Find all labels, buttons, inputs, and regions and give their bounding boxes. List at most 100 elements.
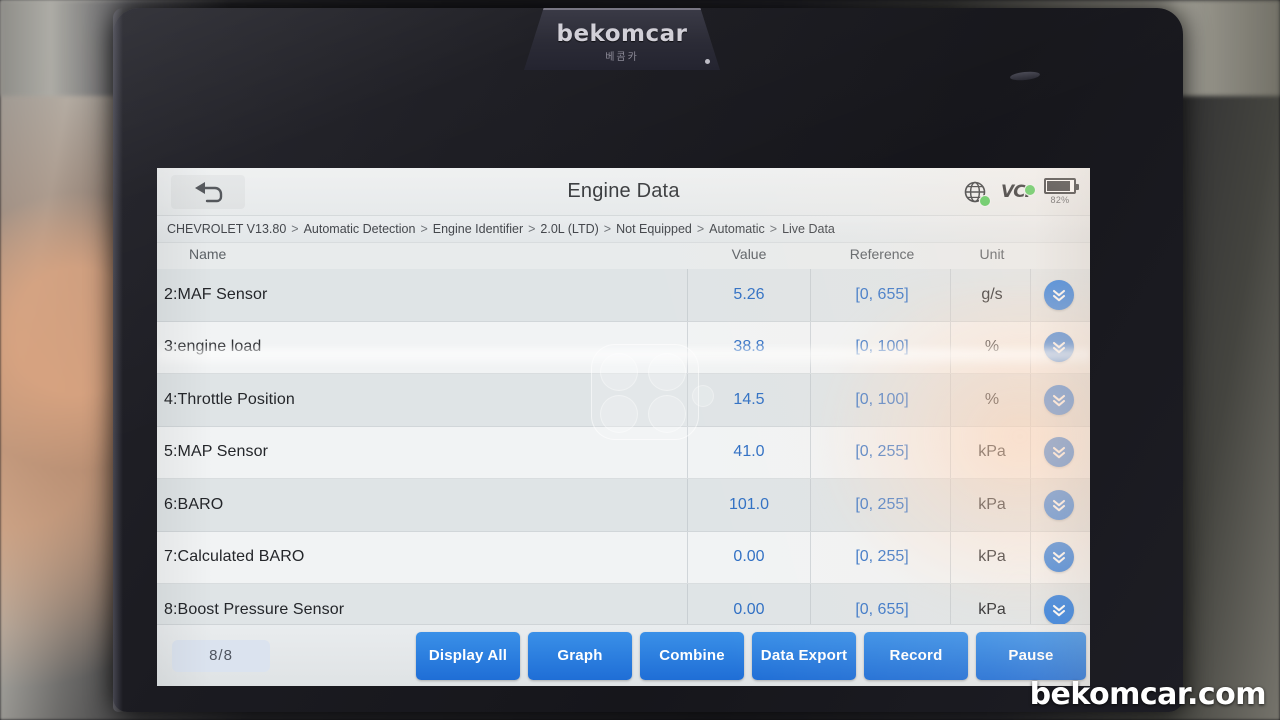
chevron-double-down-icon [1052,499,1066,511]
row-reference: [0, 255] [855,548,909,566]
column-divider-3 [1030,374,1031,426]
combine-button[interactable]: Combine [640,631,744,680]
breadcrumb-sep-5: > [769,222,778,236]
battery-fill [1047,181,1070,191]
column-divider-1 [810,269,811,321]
column-divider-1 [810,374,811,426]
chevron-double-down-icon [1052,447,1066,459]
row-reference: [0, 255] [855,443,909,461]
row-unit: kPa [978,548,1006,566]
row-expand-button[interactable] [1044,594,1074,625]
chevron-double-down-icon [1052,552,1066,564]
battery-percent-label: 82% [1050,195,1070,205]
vci-ok-badge [1024,183,1036,196]
row-name: 4:Throttle Position [164,390,295,408]
breadcrumb-item-1[interactable]: Automatic Detection [304,222,416,236]
site-watermark: bekomcar.com [1029,677,1267,712]
data-export-button[interactable]: Data Export [752,631,856,680]
network-ok-badge [979,194,992,207]
column-divider-0 [687,374,688,426]
column-divider-2 [950,269,951,321]
record-button[interactable]: Record [864,631,968,680]
network-status[interactable] [963,180,992,207]
row-reference: [0, 655] [855,285,909,303]
column-divider-1 [810,321,811,373]
table-row[interactable]: 6:BARO 101.0 [0, 255] kPa [157,479,1090,532]
row-unit: kPa [978,443,1006,461]
row-name: 7:Calculated BARO [164,548,305,566]
tablet-edge-highlight [113,8,123,712]
breadcrumb-item-0[interactable]: CHEVROLET V13.80 [167,222,286,236]
column-header-name: Name [189,246,227,262]
graph-button[interactable]: Graph [528,631,632,680]
row-name: 3:engine load [164,338,262,356]
breadcrumb-sep-4: > [696,222,705,236]
table-row[interactable]: 4:Throttle Position 14.5 [0, 100]% [157,374,1090,427]
row-value: 101.0 [728,495,770,513]
column-divider-2 [950,321,951,373]
row-expand-button[interactable] [1044,542,1074,573]
column-divider-2 [950,531,951,583]
row-expand-button[interactable] [1044,384,1074,415]
app-title-bar: Engine Data VCI 82% [157,168,1090,216]
pause-button[interactable]: Pause [976,631,1086,680]
row-unit: % [984,338,1000,356]
row-reference: [0, 100] [855,338,909,356]
column-divider-1 [810,479,811,531]
breadcrumb-item-6[interactable]: Live Data [782,222,835,236]
row-expand-button[interactable] [1044,279,1074,310]
battery-icon [1044,178,1079,194]
page-indicator[interactable]: 8/8 [172,639,270,672]
page-title: Engine Data [567,180,680,202]
row-expand-button[interactable] [1044,489,1074,520]
table-row[interactable]: 3:engine load 38.8 [0, 100]% [157,321,1090,374]
table-row[interactable]: 5:MAP Sensor 41.0 [0, 255] kPa [157,426,1090,479]
chevron-double-down-icon [1052,394,1066,406]
device-brand-plate: bekomcar 베콤카 [524,8,720,70]
breadcrumb-item-4[interactable]: Not Equipped [616,222,692,236]
column-divider-2 [950,479,951,531]
row-value: 38.8 [733,338,765,356]
column-divider-0 [687,269,688,321]
row-value: 0.00 [733,600,765,618]
row-unit: g/s [981,285,1003,303]
column-divider-3 [1030,426,1031,478]
breadcrumb: CHEVROLET V13.80 > Automatic Detection >… [157,216,1090,243]
column-header-value: Value [731,246,767,262]
breadcrumb-item-2[interactable]: Engine Identifier [433,222,523,236]
status-icon-group: VCI 82% [963,178,1079,207]
tablet-screen: Engine Data VCI 82% CHEVROLET V13.80 > A… [157,168,1090,686]
breadcrumb-sep-2: > [528,222,536,236]
row-value: 14.5 [733,390,765,408]
device-brand-name: bekomcar [556,21,688,47]
row-value: 41.0 [733,443,765,461]
display-all-button[interactable]: Display All [416,631,520,680]
chevron-double-down-icon [1052,604,1066,616]
breadcrumb-item-3[interactable]: 2.0L (LTD) [540,222,598,236]
row-unit: % [984,390,1000,408]
column-divider-0 [687,531,688,583]
row-name: 6:BARO [164,495,224,513]
row-reference: [0, 655] [855,600,909,618]
row-expand-button[interactable] [1044,437,1074,468]
column-divider-3 [1030,531,1031,583]
column-divider-2 [950,426,951,478]
table-header-row: Name Value Reference Unit [157,243,1090,269]
row-expand-button[interactable] [1044,332,1074,363]
column-divider-0 [687,479,688,531]
breadcrumb-sep-1: > [420,222,428,236]
row-value: 0.00 [733,548,765,566]
row-reference: [0, 255] [855,495,909,513]
breadcrumb-item-5[interactable]: Automatic [709,222,765,236]
table-row[interactable]: 2:MAF Sensor 5.26 [0, 655] g/s [157,269,1090,322]
row-name: 2:MAF Sensor [164,285,268,303]
row-unit: kPa [978,600,1006,618]
column-divider-2 [950,374,951,426]
column-divider-0 [687,426,688,478]
column-divider-0 [687,321,688,373]
table-row[interactable]: 7:Calculated BARO 0.00 [0, 255] kPa [157,531,1090,584]
toolbar-button-group: Display All Graph Combine Data Export Re… [416,631,1086,680]
vci-status[interactable]: VCI [1001,182,1036,202]
row-value: 5.26 [733,285,765,303]
row-name: 8:Boost Pressure Sensor [164,600,345,618]
